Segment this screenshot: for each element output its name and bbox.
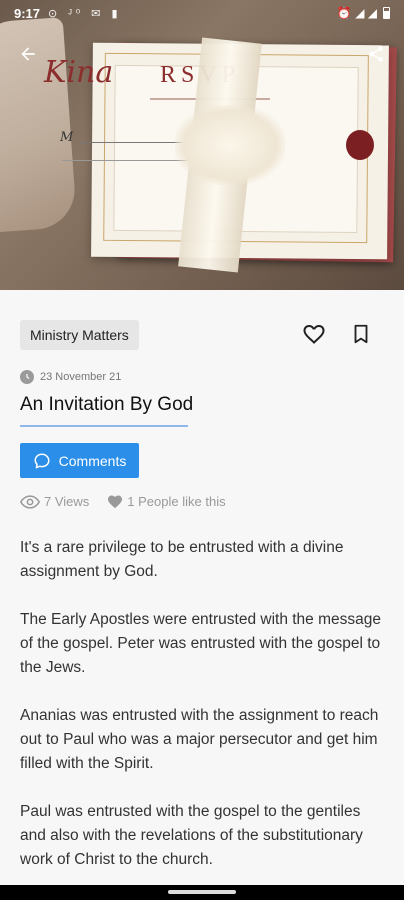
article-date: 23 November 21 bbox=[40, 371, 122, 383]
heart-filled-icon bbox=[108, 495, 123, 509]
article-stats: 7 Views 1 People like this bbox=[20, 494, 244, 509]
status-time: 9:17 bbox=[14, 5, 41, 21]
status-bar: 9:17 ⊙ ᴶ⁰ ✉ ▮ ⏰ ◢ ◢ bbox=[0, 0, 404, 26]
views-count: 7 Views bbox=[44, 494, 90, 509]
hero-wax-seal bbox=[346, 130, 374, 160]
article-paragraph: It's a rare privilege to be entrusted wi… bbox=[20, 539, 344, 580]
hero-bow bbox=[175, 105, 285, 185]
home-gesture-handle[interactable] bbox=[168, 890, 236, 894]
category-chip[interactable]: Ministry Matters bbox=[20, 320, 139, 350]
heart-outline-icon bbox=[303, 324, 325, 344]
chat-bubble-icon bbox=[34, 453, 50, 468]
arrow-left-icon bbox=[21, 47, 35, 61]
hero-m-text: M bbox=[60, 130, 74, 145]
like-button[interactable] bbox=[302, 322, 328, 348]
article-body: It's a rare privilege to be entrusted wi… bbox=[20, 536, 384, 896]
likes-count: 1 People like this bbox=[127, 494, 226, 509]
title-underline bbox=[20, 425, 188, 427]
bookmark-outline-icon bbox=[354, 324, 368, 344]
article-paragraph: Ananias was entrusted with the assignmen… bbox=[20, 707, 379, 772]
date-row: 23 November 21 bbox=[20, 370, 121, 384]
back-button[interactable] bbox=[14, 40, 42, 68]
share-icon bbox=[369, 46, 383, 62]
bookmark-button[interactable] bbox=[350, 322, 374, 348]
status-right-icons: ⏰ ◢ ◢ bbox=[336, 6, 377, 20]
article-hero-image: Kina RSVP M bbox=[0, 0, 404, 290]
comments-button[interactable]: Comments bbox=[20, 443, 139, 478]
comments-label: Comments bbox=[58, 452, 127, 469]
share-button[interactable] bbox=[362, 40, 390, 68]
hero-script-text: Kina bbox=[44, 55, 114, 90]
eye-icon bbox=[20, 494, 40, 509]
article-content: Ministry Matters 23 November 21 An Invit… bbox=[0, 290, 404, 885]
status-notification-icons: ⊙ ᴶ⁰ ✉ ▮ bbox=[48, 7, 122, 20]
article-paragraph: Paul was entrusted with the gospel to th… bbox=[20, 803, 363, 868]
article-title: An Invitation By God bbox=[20, 394, 194, 415]
battery-icon bbox=[383, 7, 390, 19]
article-paragraph: The Early Apostles were entrusted with t… bbox=[20, 611, 381, 676]
clock-icon bbox=[20, 370, 34, 384]
